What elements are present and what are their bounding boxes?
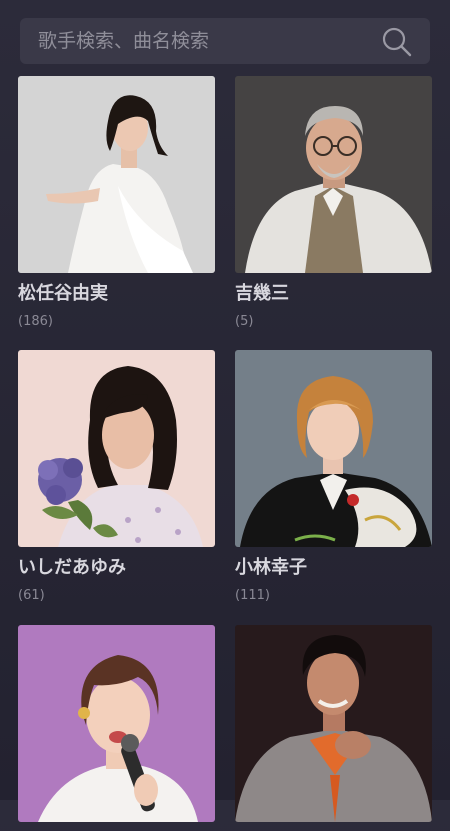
search-bar[interactable]: [20, 18, 430, 64]
search-icon[interactable]: [382, 27, 412, 57]
artist-card[interactable]: 松任谷由実 (186): [18, 76, 215, 330]
artist-card[interactable]: [18, 625, 215, 831]
artist-name: 吉幾三: [235, 283, 289, 304]
artist-photo[interactable]: [235, 76, 432, 273]
artist-card[interactable]: 小林幸子 (111): [235, 350, 432, 604]
artist-photo[interactable]: [18, 625, 215, 822]
artist-photo[interactable]: [235, 625, 432, 822]
artist-card[interactable]: [235, 625, 432, 831]
artist-card[interactable]: いしだあゆみ (61): [18, 350, 215, 604]
artist-photo[interactable]: [235, 350, 432, 547]
search-input[interactable]: [20, 18, 388, 64]
artist-name: いしだあゆみ: [18, 557, 126, 578]
artist-photo[interactable]: [18, 76, 215, 273]
song-count: (111): [235, 588, 270, 603]
song-count: (186): [18, 314, 53, 329]
song-count: (5): [235, 314, 254, 329]
artist-name: 松任谷由実: [18, 283, 108, 304]
artist-photo[interactable]: [18, 350, 215, 547]
artist-card[interactable]: 吉幾三 (5): [235, 76, 432, 330]
song-count: (61): [18, 588, 45, 603]
artist-name: 小林幸子: [235, 557, 307, 578]
